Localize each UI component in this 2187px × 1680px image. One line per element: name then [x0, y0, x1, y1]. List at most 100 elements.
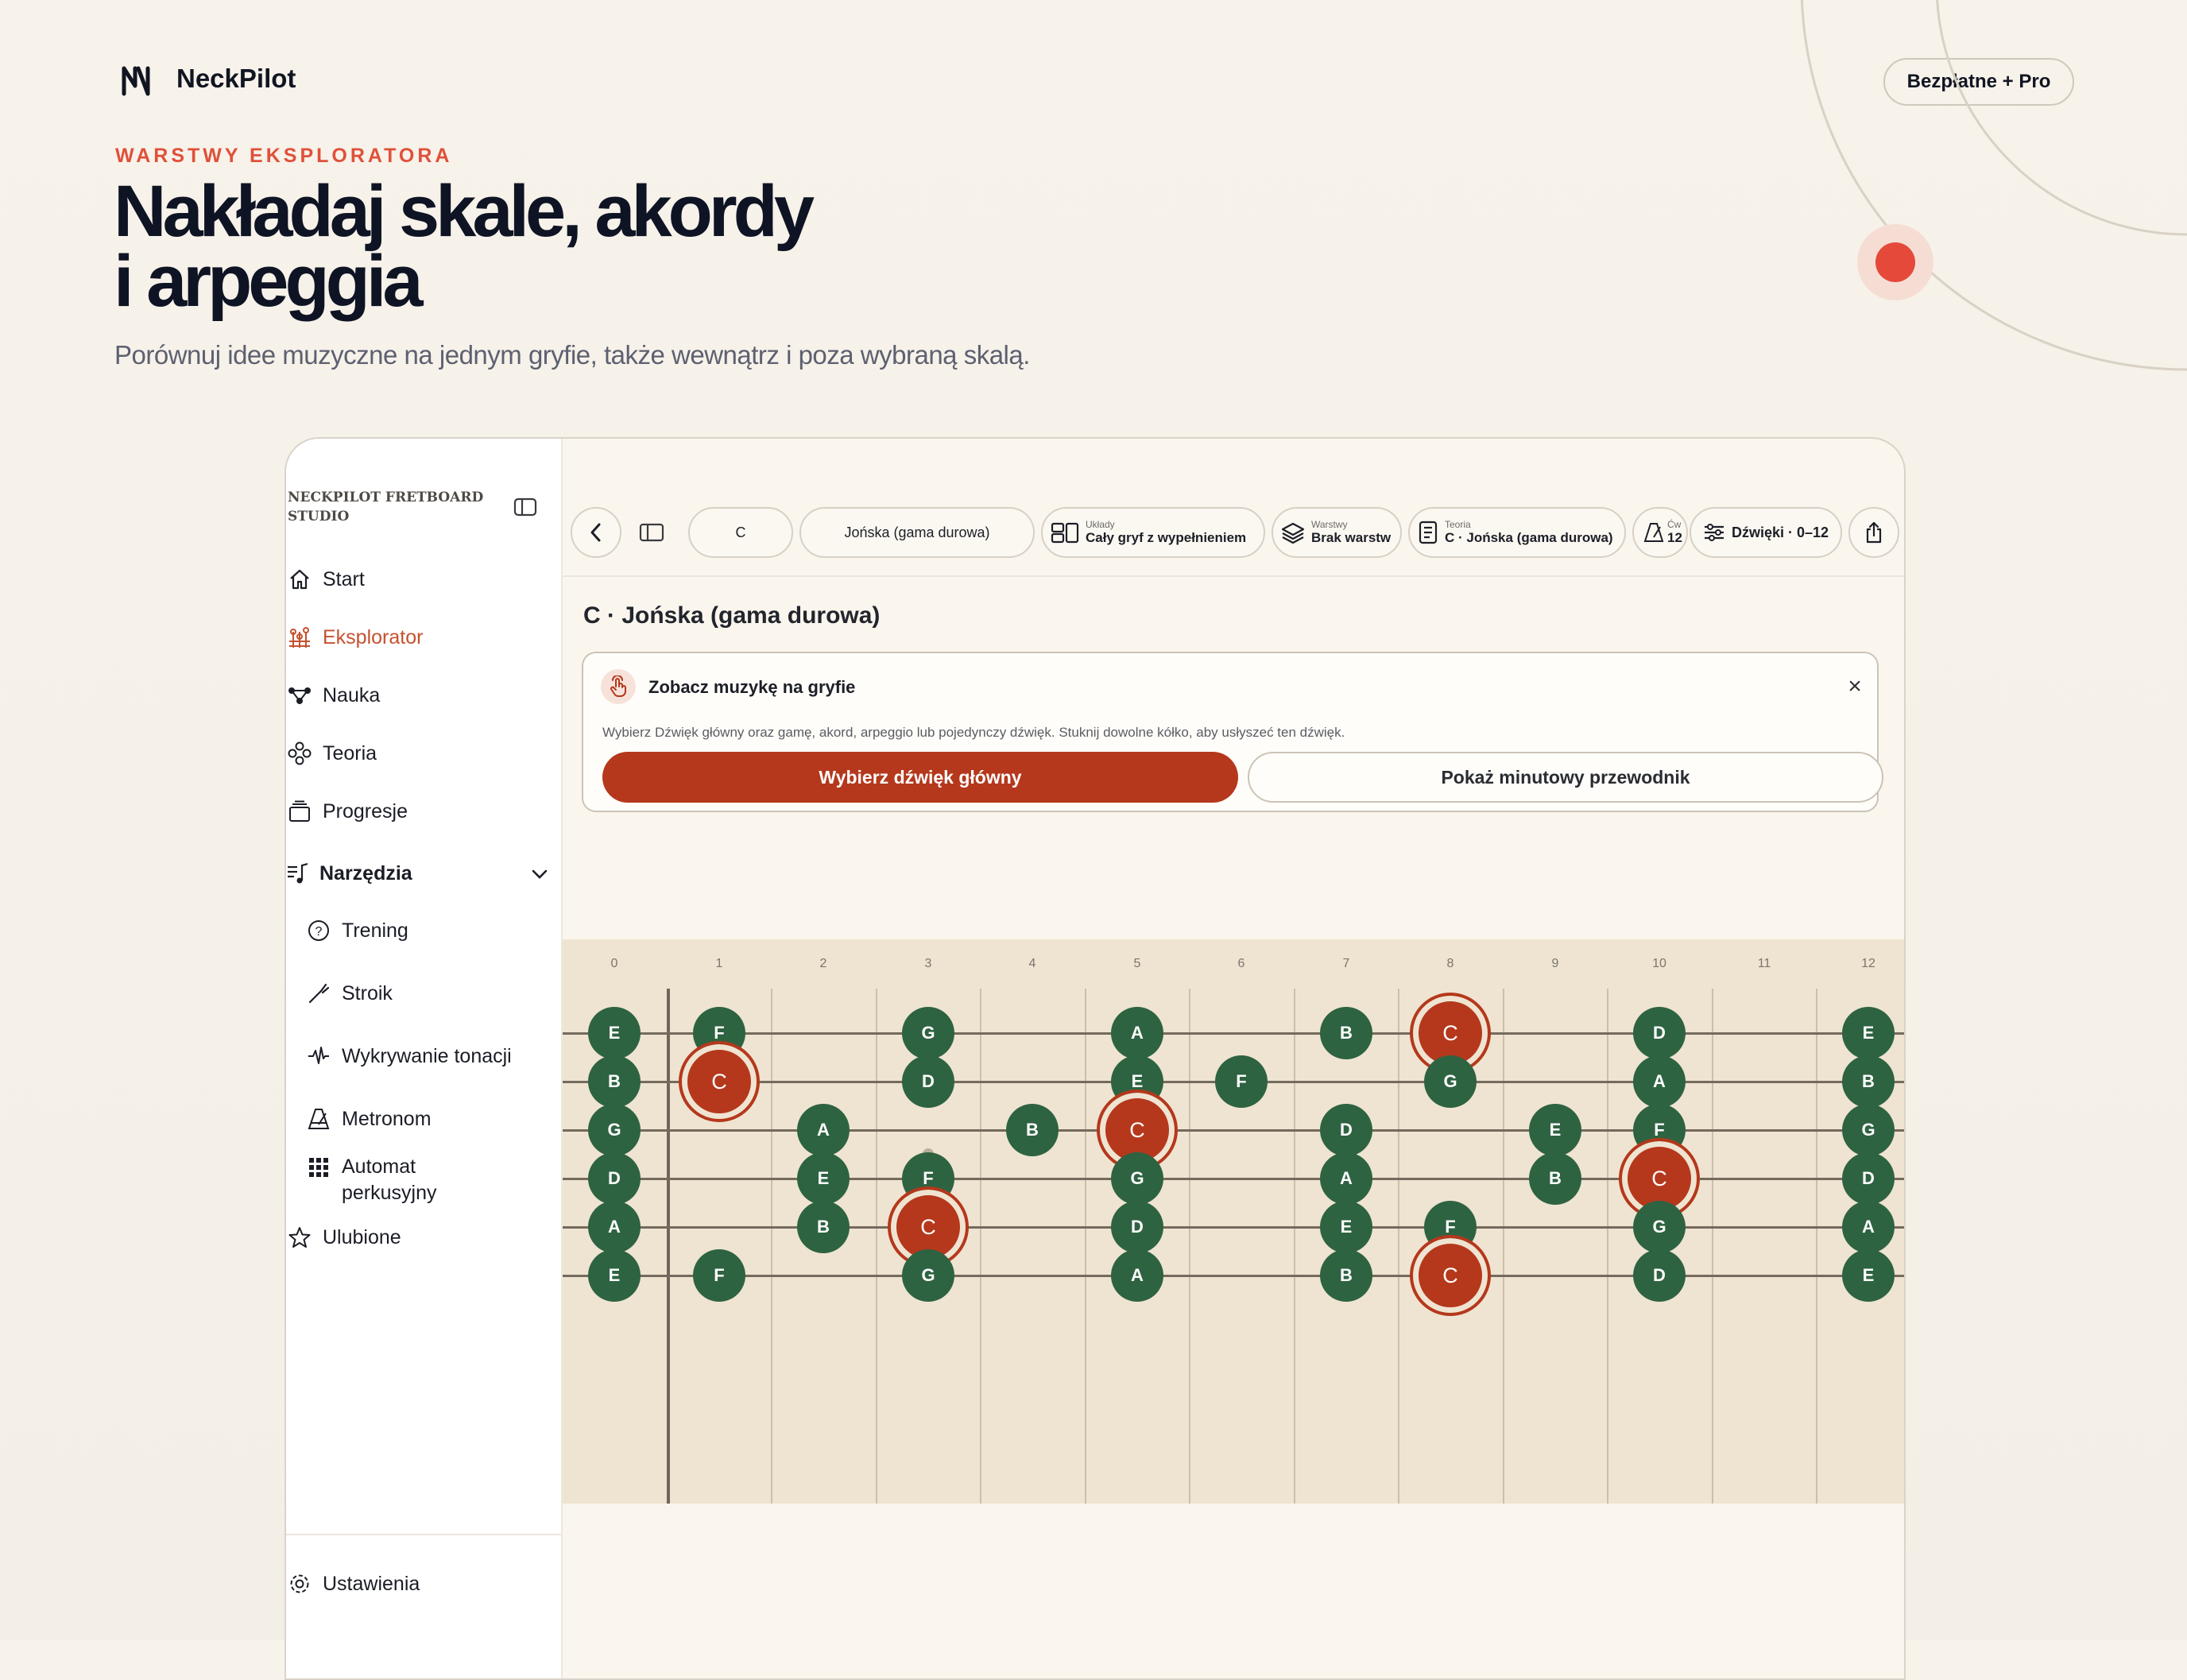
sidebar-item-teoria[interactable]: Teoria	[286, 734, 377, 773]
sidebar-item-progresje[interactable]: Progresje	[286, 792, 408, 831]
note-marker[interactable]: G	[1842, 1104, 1895, 1156]
sidebar-item-label: Teoria	[323, 741, 377, 765]
fret-number: 11	[1757, 957, 1771, 970]
note-marker[interactable]: B	[1842, 1055, 1895, 1108]
root-note-marker[interactable]: C	[679, 1041, 760, 1122]
sidebar-item-ulubione[interactable]: Ulubione	[286, 1217, 401, 1257]
note-marker[interactable]: G	[1633, 1201, 1686, 1253]
note-marker[interactable]: B	[1320, 1007, 1372, 1059]
layouts-button[interactable]: Układy Cały gryf z wypełnieniem	[1041, 507, 1265, 558]
sidebar-item-automat-perkusyjny[interactable]: Automat perkusyjny	[305, 1154, 437, 1210]
root-note-button[interactable]: C	[688, 507, 793, 558]
theory-button[interactable]: Teoria C · Jońska (gama durowa)	[1408, 507, 1626, 558]
note-marker[interactable]: A	[797, 1104, 850, 1156]
note-marker[interactable]: D	[1320, 1104, 1372, 1156]
nodes-icon	[286, 682, 313, 709]
sidebar-item-stroik[interactable]: Stroik	[305, 974, 393, 1013]
card-title: Zobacz muzykę na gryfie	[648, 677, 856, 697]
app-window: NECKPILOT FRETBOARD STUDIO Start Eksplor…	[285, 437, 1906, 1680]
pricing-pill[interactable]: Bezpłatne + Pro	[1883, 58, 2074, 106]
note-marker[interactable]: D	[1633, 1249, 1686, 1302]
note-marker[interactable]: A	[1111, 1007, 1163, 1059]
note-marker[interactable]: G	[1424, 1055, 1477, 1108]
note-marker[interactable]: E	[1842, 1007, 1895, 1059]
note-marker[interactable]: D	[902, 1055, 954, 1108]
note-marker[interactable]: F	[693, 1249, 745, 1302]
notes-range-label: Dźwięki · 0–12	[1731, 524, 1829, 540]
sidebar-item-nauka[interactable]: Nauka	[286, 675, 380, 715]
scale-select-button[interactable]: Jońska (gama durowa)	[799, 507, 1035, 558]
note-marker[interactable]: E	[1529, 1104, 1581, 1156]
note-marker[interactable]: A	[1320, 1152, 1372, 1205]
note-marker[interactable]: G	[902, 1249, 954, 1302]
note-marker[interactable]: E	[1320, 1201, 1372, 1253]
neckpilot-logo	[122, 66, 150, 96]
note-marker[interactable]: B	[1006, 1104, 1059, 1156]
toolbar-divider	[563, 575, 1904, 577]
note-marker[interactable]: A	[1633, 1055, 1686, 1108]
fret-line	[771, 989, 772, 1504]
card-description: Wybierz Dźwięk główny oraz gamę, akord, …	[602, 725, 1345, 740]
chevron-left-icon	[590, 523, 601, 542]
sidebar-item-label: Metronom	[342, 1107, 432, 1130]
note-marker[interactable]: E	[588, 1007, 641, 1059]
favorite-button[interactable]	[1904, 507, 1906, 558]
note-marker[interactable]: B	[588, 1055, 641, 1108]
fret-number: 6	[1237, 957, 1245, 970]
note-marker[interactable]: D	[1633, 1007, 1686, 1059]
note-marker[interactable]: E	[1842, 1249, 1895, 1302]
sidebar-item-metronom[interactable]: Metronom	[305, 1099, 432, 1139]
share-button[interactable]	[1848, 507, 1899, 558]
panel-toggle-icon[interactable]	[639, 523, 664, 542]
sidebar-item-start[interactable]: Start	[286, 559, 365, 599]
note-marker[interactable]: A	[588, 1201, 641, 1253]
quick-guide-button[interactable]: Pokaż minutowy przewodnik	[1248, 752, 1883, 803]
circles-icon	[286, 740, 313, 767]
note-marker[interactable]: D	[1842, 1152, 1895, 1205]
sidebar-item-label: Eksplorator	[323, 625, 424, 648]
note-marker[interactable]: D	[1111, 1201, 1163, 1253]
layers-value: Brak warstw	[1311, 530, 1392, 545]
note-marker[interactable]: G	[588, 1104, 641, 1156]
sidebar-item-ustawienia[interactable]: Ustawienia	[286, 1564, 420, 1604]
exercise-button[interactable]: Ćw 12	[1632, 507, 1688, 558]
guitar-string	[563, 1226, 1904, 1229]
chevron-down-icon	[531, 862, 548, 885]
note-marker[interactable]: E	[797, 1152, 850, 1205]
music-list-icon	[286, 860, 310, 887]
star-icon	[286, 1224, 313, 1251]
layouts-small-label: Układy	[1086, 519, 1115, 530]
page-title: C · Jońska (gama durowa)	[583, 602, 881, 629]
note-marker[interactable]: B	[1320, 1249, 1372, 1302]
main-area: C Jońska (gama durowa) Układy Cały gryf z…	[563, 439, 1904, 1678]
note-marker[interactable]: F	[1215, 1055, 1268, 1108]
note-marker[interactable]: B	[797, 1201, 850, 1253]
sidebar-item-label: Automat perkusyjny	[342, 1154, 437, 1206]
choose-root-button[interactable]: Wybierz dźwięk główny	[602, 752, 1238, 803]
note-marker[interactable]: A	[1111, 1249, 1163, 1302]
sidebar-item-trening[interactable]: ? Trening	[305, 911, 408, 950]
fret-line	[1607, 989, 1608, 1504]
fret-line	[1712, 989, 1713, 1504]
note-marker[interactable]: A	[1842, 1201, 1895, 1253]
sidebar-section-narzedzia[interactable]: Narzędzia	[286, 854, 548, 893]
sidebar-item-wykrywanie-tonacji[interactable]: Wykrywanie tonacji	[305, 1036, 512, 1076]
root-note-marker[interactable]: C	[1410, 1235, 1491, 1316]
note-marker[interactable]: B	[1529, 1152, 1581, 1205]
note-marker[interactable]: G	[902, 1007, 954, 1059]
sidebar-divider	[286, 1534, 561, 1535]
tuner-icon	[305, 980, 332, 1007]
back-button[interactable]	[571, 507, 621, 558]
notes-range-button[interactable]: Dźwięki · 0–12	[1690, 507, 1842, 558]
fret-line	[1085, 989, 1086, 1504]
note-marker[interactable]: E	[588, 1249, 641, 1302]
guitar-string	[563, 1129, 1904, 1132]
headline-line-2: i arpeggia	[114, 241, 424, 322]
layers-button[interactable]: Warstwy Brak warstw	[1272, 507, 1402, 558]
note-marker[interactable]: G	[1111, 1152, 1163, 1205]
sidebar-item-eksplorator[interactable]: Eksplorator	[286, 617, 423, 657]
close-icon[interactable]: ×	[1844, 673, 1866, 699]
sidebar-toggle-icon[interactable]	[513, 497, 537, 517]
note-marker[interactable]: D	[588, 1152, 641, 1205]
fret-number: 3	[924, 957, 932, 970]
